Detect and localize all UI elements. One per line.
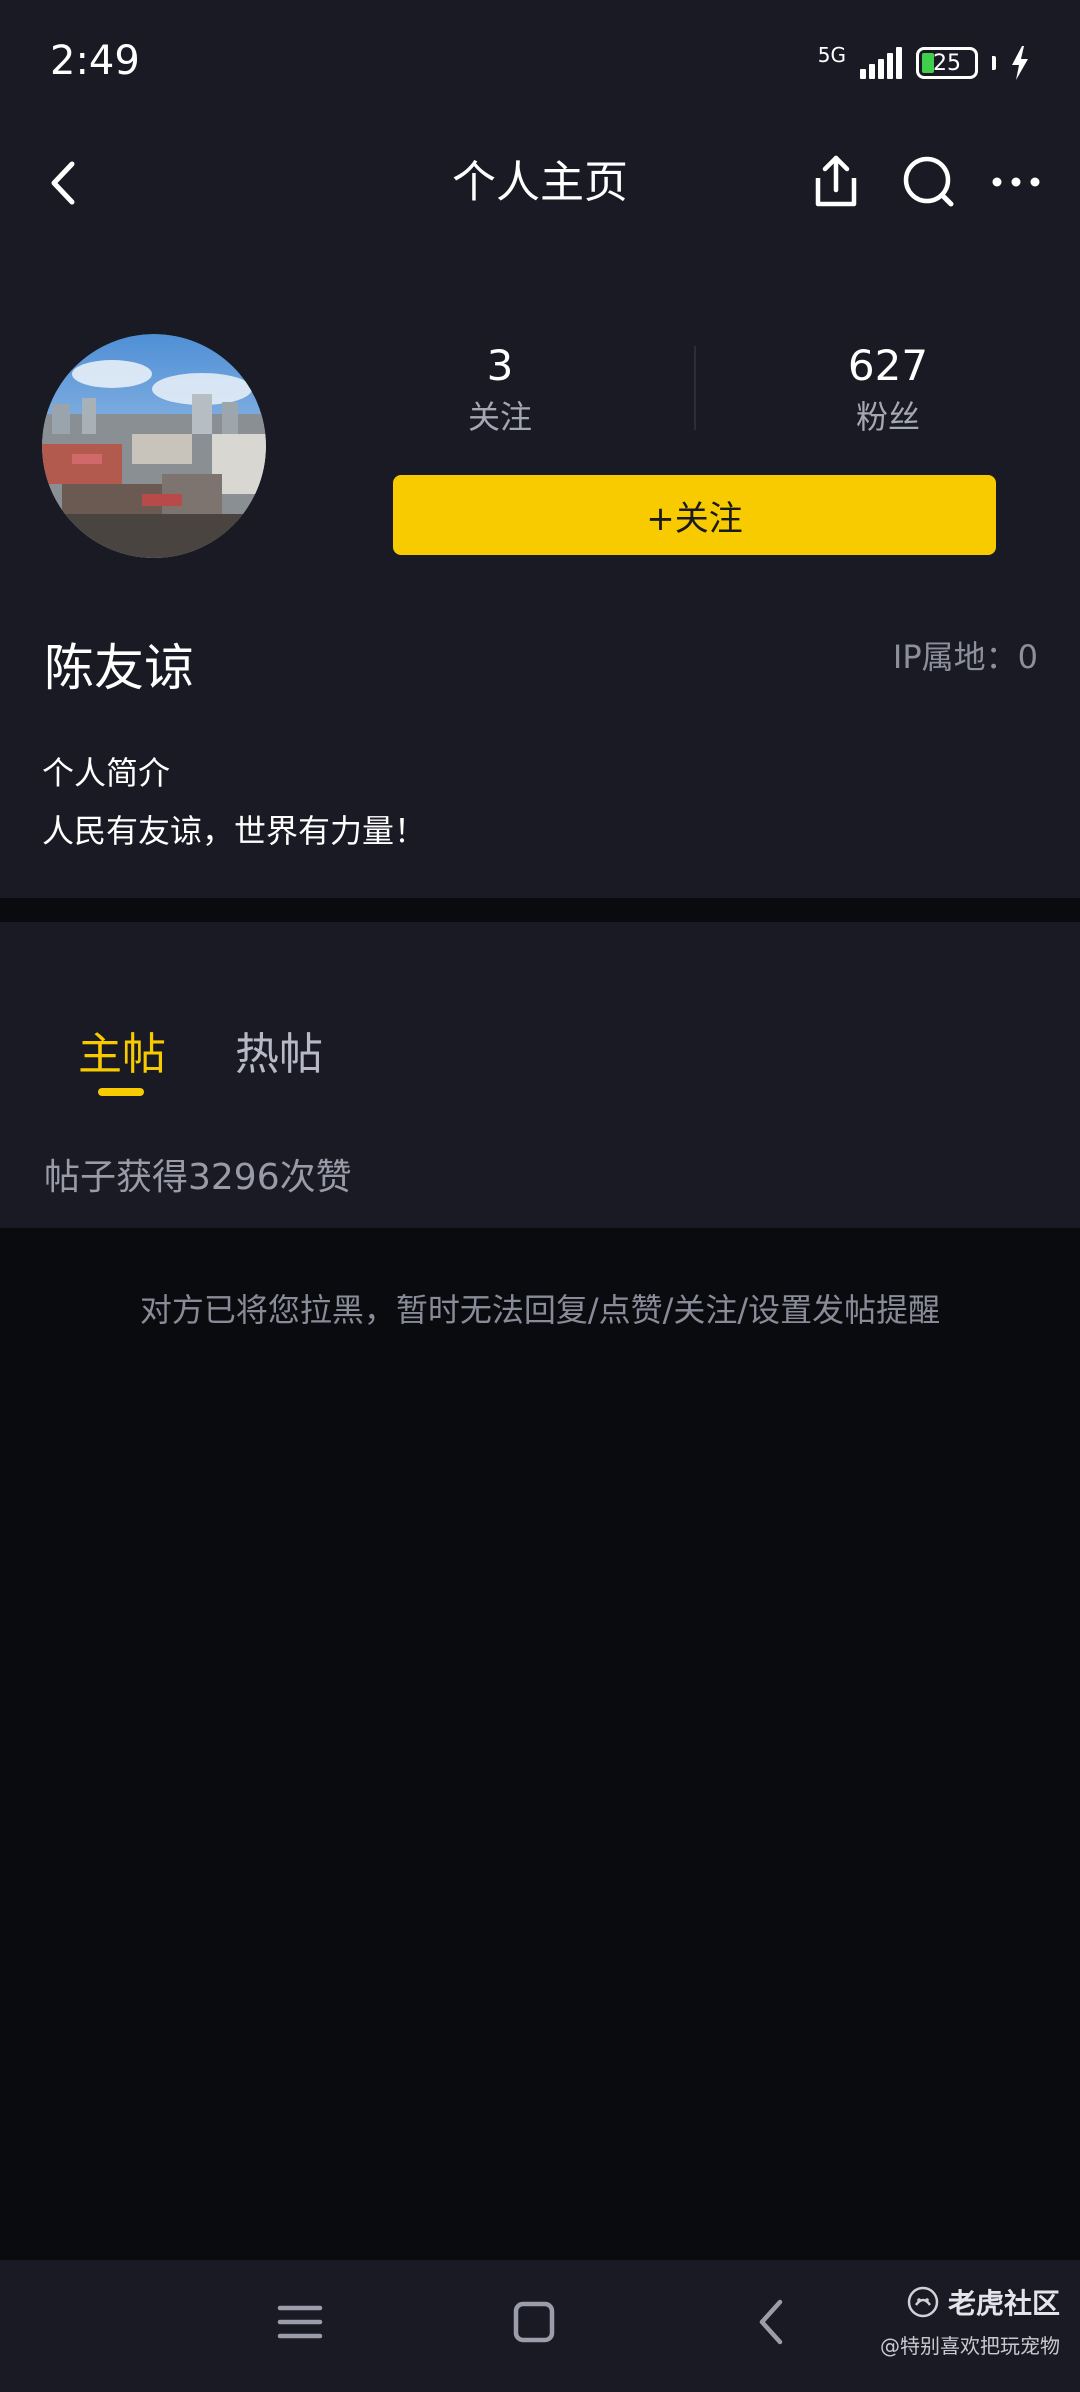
bio-text: 人民有友谅，世界有力量！ xyxy=(42,812,427,850)
search-icon[interactable] xyxy=(894,146,966,218)
status-time: 2:49 xyxy=(50,38,140,84)
ip-location: IP属地：0 xyxy=(892,638,1038,676)
username: 陈友谅 xyxy=(44,639,194,697)
battery-icon: 25 xyxy=(916,47,978,79)
watermark: 老虎社区 @特别喜欢把玩宠物 xyxy=(880,2282,1060,2359)
following-count: 3 xyxy=(486,341,514,390)
section-divider xyxy=(0,898,1080,922)
watermark-user: @特别喜欢把玩宠物 xyxy=(880,2334,1060,2358)
tab-hot-posts[interactable]: 热帖 xyxy=(235,1018,323,1082)
status-indicators: 5G 25 xyxy=(818,38,1030,88)
tab-main-posts[interactable]: 主帖 xyxy=(78,1018,166,1082)
status-bar: 2:49 5G 25 xyxy=(0,0,1080,128)
likes-summary: 帖子获得3296次赞 xyxy=(44,1157,352,1198)
posts-tabs: 主帖 热帖 帖子获得3296次赞 xyxy=(0,922,1080,1228)
profile-header: 3 关注 627 粉丝 +关注 陈友谅 IP属地：0 个人简介 人民有友谅，世界… xyxy=(0,238,1080,898)
system-nav-bar: 老虎社区 @特别喜欢把玩宠物 xyxy=(0,2260,1080,2392)
following-label: 关注 xyxy=(467,398,532,436)
blocked-notice: 对方已将您拉黑，暂时无法回复/点赞/关注/设置发帖提醒 xyxy=(139,1291,941,1329)
network-type: 5G xyxy=(817,43,846,67)
menu-icon[interactable] xyxy=(268,2290,332,2354)
home-icon[interactable] xyxy=(502,2290,566,2354)
stat-divider xyxy=(694,346,696,430)
charging-icon xyxy=(1012,46,1028,80)
share-icon[interactable] xyxy=(800,146,872,218)
following-stat[interactable]: 3 关注 xyxy=(380,338,620,440)
bio-title: 个人简介 xyxy=(42,754,171,792)
profile-page: 2:49 5G 25 个人主页 3 关注 627 粉丝 +关注 陈友谅 IP属地… xyxy=(0,0,1080,2392)
back-icon[interactable] xyxy=(30,148,100,218)
avatar[interactable] xyxy=(42,334,266,558)
watermark-brand: 老虎社区 xyxy=(947,2287,1060,2320)
nav-bar: 个人主页 xyxy=(0,128,1080,238)
system-back-icon[interactable] xyxy=(740,2290,804,2354)
tiger-logo-icon xyxy=(907,2286,939,2318)
signal-icon xyxy=(860,47,902,79)
battery-level: 25 xyxy=(933,50,961,76)
battery-cap xyxy=(992,56,996,70)
follow-button[interactable]: +关注 xyxy=(393,475,996,555)
fans-count: 627 xyxy=(847,341,929,390)
active-tab-indicator xyxy=(98,1088,144,1096)
fans-label: 粉丝 xyxy=(855,398,920,436)
more-icon[interactable] xyxy=(980,146,1052,218)
fans-stat[interactable]: 627 粉丝 xyxy=(768,338,1008,440)
